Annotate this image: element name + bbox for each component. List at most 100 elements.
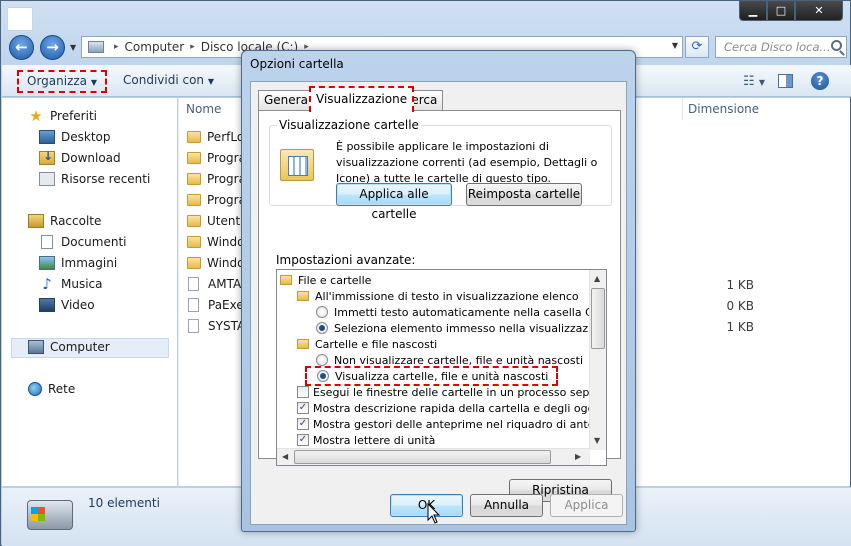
folder-view-description: È possibile applicare le impostazioni di… [336, 140, 598, 185]
tree-label: Cartelle e file nascosti [315, 337, 438, 351]
chevron-down-icon: ▼ [207, 77, 215, 86]
sidebar-item-documents[interactable]: Documenti [39, 235, 127, 249]
advanced-settings-tree[interactable]: File e cartelle All'immissione di testo … [276, 269, 607, 466]
checkbox-preview-handlers[interactable]: ✓ Mostra gestori delle anteprime nel riqu… [297, 416, 607, 432]
list-item[interactable]: AMTA [187, 275, 241, 293]
tree-label: Visualizza cartelle, file e unità nascos… [335, 369, 549, 383]
column-header-size[interactable]: Dimensione [688, 102, 759, 116]
view-options-icon[interactable]: ☷ ▼ [743, 74, 765, 89]
mouse-pointer-icon [427, 503, 441, 524]
column-header-name[interactable]: Nome [186, 102, 221, 116]
network-globe-icon [28, 382, 42, 396]
back-button[interactable]: ← [9, 35, 34, 60]
tree-label: Immetti testo automaticamente nella case… [334, 305, 607, 319]
dialog-body: Generale Visualizzazione Cerca Visualizz… [250, 81, 627, 525]
sidebar-item-recent[interactable]: Risorse recenti [39, 172, 150, 186]
sidebar-item-libraries[interactable]: Raccolte [28, 214, 101, 228]
chevron-right-icon[interactable]: ▸ [114, 42, 119, 52]
file-size: 0 KB [726, 299, 754, 313]
list-item[interactable]: Progra [187, 191, 246, 209]
scroll-down-icon[interactable]: ▼ [594, 436, 600, 445]
sidebar-item-download[interactable]: Download [39, 149, 121, 165]
checkbox-checked-icon[interactable]: ✓ [297, 434, 309, 446]
help-icon[interactable]: ? [811, 72, 829, 90]
folder-view-icon [280, 149, 314, 181]
tree-item-hidden: Cartelle e file nascosti [297, 336, 437, 352]
list-item[interactable]: PaExeI [187, 296, 247, 314]
scroll-up-icon[interactable]: ▲ [594, 274, 600, 283]
sidebar-label: Musica [61, 277, 103, 291]
tree-label: Mostra lettere di unità [313, 433, 436, 447]
reset-folders-button[interactable]: Reimposta cartelle [466, 183, 582, 206]
list-item[interactable]: Utenti [187, 212, 244, 230]
tree-label: All'immissione di testo in visualizzazio… [315, 289, 579, 303]
checkbox-checked-icon[interactable]: ✓ [297, 402, 309, 414]
apply-button[interactable]: Applica [550, 494, 623, 517]
search-icon[interactable] [831, 40, 842, 51]
scroll-thumb[interactable] [294, 450, 551, 464]
sidebar-label: Raccolte [50, 214, 102, 228]
sidebar-item-network[interactable]: Rete [28, 382, 75, 396]
address-dropdown-icon[interactable]: ▼ [672, 41, 678, 50]
organize-menu[interactable]: Organizza ▼ [17, 70, 108, 93]
scroll-right-icon[interactable]: ▶ [575, 452, 581, 461]
radio-selected-icon[interactable] [316, 322, 328, 334]
file-name: Windo [207, 256, 245, 270]
sidebar-label: Documenti [61, 235, 127, 249]
radio-icon[interactable] [316, 354, 328, 366]
checkbox-separate-process[interactable]: Esegui le finestre delle cartelle in un … [297, 384, 607, 400]
pictures-icon [39, 256, 55, 270]
sidebar-item-desktop[interactable]: Desktop [39, 130, 111, 144]
refresh-button[interactable]: ⟳ [685, 36, 709, 58]
minimize-button[interactable]: ▁ [739, 1, 767, 21]
folder-icon [187, 173, 201, 185]
radio-auto-search[interactable]: Immetti testo automaticamente nella case… [316, 304, 607, 320]
file-size: 1 KB [726, 320, 754, 334]
documents-icon [41, 235, 53, 249]
tab-panel-view: Visualizzazione cartelle È possibile app… [258, 110, 621, 502]
horizontal-scrollbar[interactable]: ◀ ▶ [277, 448, 590, 465]
radio-show-hidden[interactable]: Visualizza cartelle, file e unità nascos… [305, 366, 559, 386]
list-item[interactable]: Progra [187, 149, 246, 167]
scroll-thumb[interactable] [591, 288, 605, 349]
checkbox-drive-letters[interactable]: ✓ Mostra lettere di unità [297, 432, 435, 448]
checkbox-popup-description[interactable]: ✓ Mostra descrizione rapida della cartell… [297, 400, 606, 416]
breadcrumb-computer[interactable]: Computer [125, 40, 185, 54]
list-item[interactable]: PerfLo [187, 128, 244, 146]
share-menu[interactable]: Condividi con ▼ [123, 73, 214, 87]
maximize-button[interactable]: □ [767, 1, 795, 21]
checkbox-checked-icon[interactable]: ✓ [297, 418, 309, 430]
list-item[interactable]: SYSTA [187, 317, 245, 335]
drive-icon [27, 500, 73, 530]
tab-view[interactable]: Visualizzazione [309, 86, 415, 112]
list-item[interactable]: Progra [187, 170, 246, 188]
cancel-button[interactable]: Annulla [470, 494, 543, 517]
sidebar-label: Desktop [61, 130, 111, 144]
close-button[interactable]: ✕ [795, 1, 843, 21]
sidebar-item-music[interactable]: ♪ Musica [39, 277, 103, 292]
folder-icon [280, 275, 292, 285]
radio-selected-icon[interactable] [317, 370, 329, 382]
preview-pane-icon[interactable] [778, 74, 793, 88]
forward-button[interactable]: → [40, 35, 65, 60]
sidebar-item-computer[interactable]: Computer [28, 340, 110, 354]
sidebar-item-video[interactable]: Video [39, 298, 95, 312]
tree-label: Mostra gestori delle anteprime nel riqua… [313, 417, 607, 431]
list-item[interactable]: Windo [187, 233, 245, 251]
sidebar-item-images[interactable]: Immagini [39, 256, 117, 270]
search-input[interactable]: Cerca Disco loca... [715, 36, 847, 58]
apply-to-folders-button[interactable]: Applica alle cartelle [336, 183, 452, 221]
checkbox-icon[interactable] [297, 386, 309, 398]
chevron-right-icon[interactable]: ▸ [190, 42, 195, 52]
file-name: AMTA [208, 277, 242, 291]
column-divider[interactable] [682, 98, 683, 120]
scroll-left-icon[interactable]: ◀ [282, 452, 288, 461]
tree-label: Esegui le finestre delle cartelle in un … [313, 385, 607, 399]
radio-icon[interactable] [316, 306, 328, 318]
recent-pages-dropdown-icon[interactable]: ▼ [70, 43, 76, 52]
sidebar-item-favorites[interactable]: ★ Preferiti [28, 109, 97, 124]
vertical-scrollbar[interactable]: ▲ ▼ [589, 270, 606, 450]
list-item[interactable]: Windo [187, 254, 245, 272]
sidebar-label: Preferiti [50, 109, 97, 123]
radio-select-typed[interactable]: Seleziona elemento immesso nella visuali… [316, 320, 606, 336]
